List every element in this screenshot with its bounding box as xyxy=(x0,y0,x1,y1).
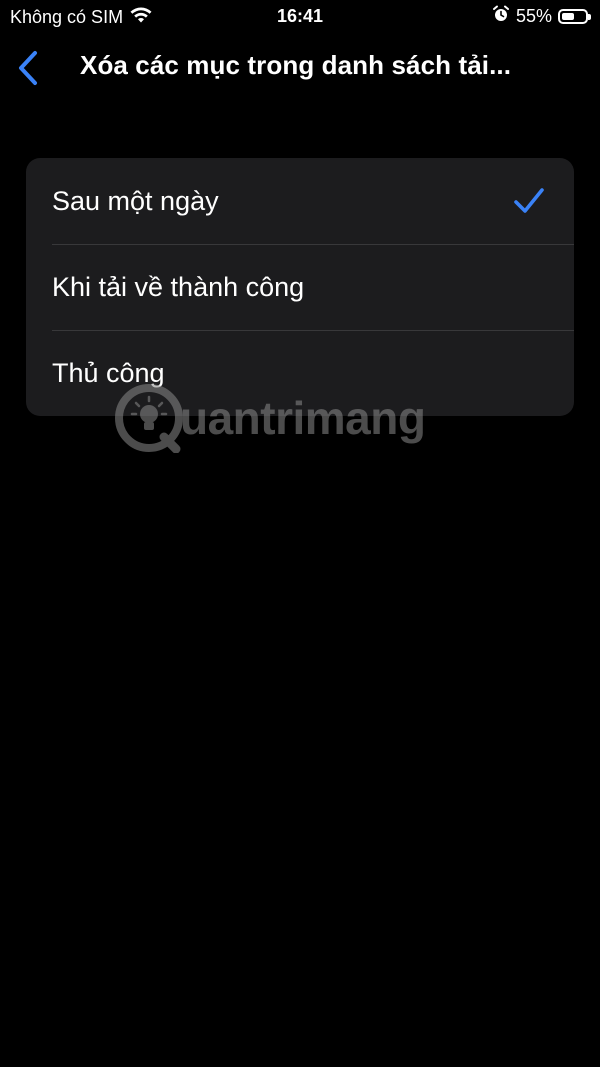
navigation-bar: Xóa các mục trong danh sách tải... xyxy=(0,40,600,96)
option-label: Khi tải về thành công xyxy=(52,271,305,302)
option-label: Thủ công xyxy=(52,357,165,388)
battery-percent: 55% xyxy=(515,6,552,26)
option-after-one-day[interactable]: Sau một ngày xyxy=(26,158,574,244)
status-bar: Không có SIM 16:41 55% xyxy=(0,0,600,34)
back-button[interactable] xyxy=(10,48,46,88)
battery-icon xyxy=(558,9,591,24)
option-label: Sau một ngày xyxy=(52,185,219,216)
checkmark-icon xyxy=(514,188,544,213)
alarm-icon xyxy=(492,5,510,28)
page-title: Xóa các mục trong danh sách tải... xyxy=(80,50,512,80)
option-on-download-success[interactable]: Khi tải về thành công xyxy=(26,244,574,330)
options-list: Sau một ngày Khi tải về thành công Thủ c… xyxy=(26,158,574,416)
battery-level-fill xyxy=(562,13,574,20)
option-manual[interactable]: Thủ công xyxy=(26,330,574,416)
chevron-left-icon xyxy=(19,51,37,85)
status-right: 55% xyxy=(492,5,591,28)
